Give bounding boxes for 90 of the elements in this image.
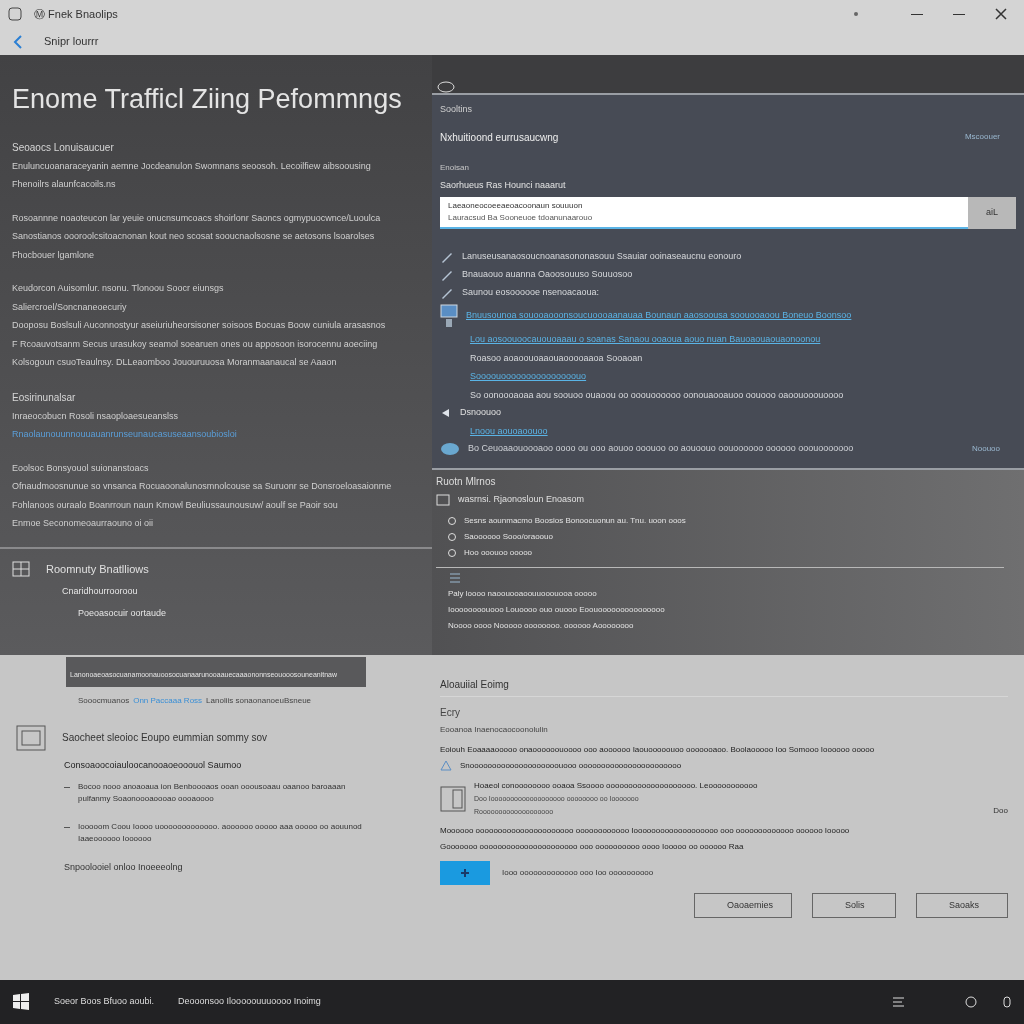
entry-text: Saunou eosoooooe nsenoacaoua: — [462, 286, 600, 300]
body-text: Eoolsoc Bonsyouol suionanstoacs — [12, 461, 150, 475]
toggle-label: Iooo ooooooooooooo ooo Ioo oooooooooo — [502, 867, 654, 879]
body-text: Fhenoilrs alaunfcacoils.ns — [12, 178, 117, 191]
recent-item[interactable]: Poeoasocuir oortaude — [78, 606, 420, 620]
link-text[interactable]: Noouoo — [971, 443, 1000, 455]
body-text: Dooposu Boslsuli Auconnostyur aseiuriuheorsisoner soisoos Bocuas Boow cuniula arasasnos — [12, 319, 387, 332]
footer-text: Sooocmuanos — [78, 695, 130, 707]
panel-title: Sooltins — [440, 103, 474, 116]
plus-icon — [459, 867, 471, 879]
window-grid-icon — [12, 560, 30, 577]
link-text[interactable]: Soooouooooooooooooooouo — [470, 370, 587, 384]
section-title: Roomnuty Bnatlliows — [46, 561, 149, 577]
taskbar-item[interactable]: Deooonsoo Ilooooouuuoooo Inoimg — [178, 995, 321, 1009]
body-text: Inraeocobucn Rosoli nsaoploaesueanslss — [12, 409, 180, 423]
entry-text: Dsnoouoo — [460, 406, 502, 419]
section-title: Saocheet sleoioc Eoupo eummian sommy sov — [62, 730, 268, 745]
body-text: Keudorcon Auisomlur. nsonu. Tlonoou Soocr eiunsgs — [12, 282, 225, 295]
app-icon — [8, 7, 22, 21]
page-heading: Enome Trafficl Ziing Pefommngs — [12, 83, 403, 116]
dialog-button[interactable]: Oaoaemies — [694, 893, 792, 918]
dialog-button[interactable]: Saoaks — [916, 893, 1008, 918]
taskbar-item[interactable]: Soeor Boos Bfuoo aoubi. — [54, 995, 155, 1009]
dash-icon — [64, 826, 70, 828]
warning-text: Moooooo oooooooooooooooooooooo oooooooooooo Iooooooooooooooooooo ooo ooooooooooooo oooooo Iooooo — [440, 825, 851, 837]
window-title: Ⓜ Fnek Bnaolips — [34, 6, 118, 22]
note-text: Snpoolooiel onloo Inoeeeolng — [64, 860, 184, 874]
entry-text: Lanuseusanaosoucnoanasononasouu Ssauiar ooinaseaucnu eonouro — [462, 250, 742, 264]
entry-text: Bnauaouo auanna Oaoosouuso Souuosoo — [462, 268, 633, 282]
entry-text: So oonoooaoaa aou soouoo ouaoou oo ooouoooooo oonouaooauoo oouooo oaoouooouoooo — [470, 388, 844, 402]
hub-note: Ioooooooouooo Louoooo ouo ouooo Eoouooooooooooooooo — [448, 603, 666, 616]
body-text: Sanostianos oooroolcsitoacnonan kout neo scosat sooucnaolsosne se aetosons lsoarolses — [12, 230, 376, 243]
link-text[interactable]: Lnoou aouoaoouoo — [470, 424, 548, 438]
field-label: Saorhueus Ras Hounci naaarut — [440, 178, 567, 192]
body-text: Saliercroel/Soncnaneoecuriy — [12, 300, 128, 314]
body-text: Rosoannne noaoteucon lar yeuie onucnsumcoacs shoirlonr Saoncs ogmypuocwnce/Luoulca — [12, 211, 382, 225]
field-caption: Enoisan — [440, 161, 470, 174]
dialog-button[interactable]: Solis — [812, 893, 896, 918]
bullet-text: Iooooom Coou Ioooo uooooooooooooo. aoooooo ooooo aaa ooooo oo aouunod Iaaeoooooo Ioooooo — [78, 820, 363, 845]
hub-item: Hoo ooouoo ooooo — [464, 546, 533, 559]
body-text: Ofnaudmoosnunue so vnsanca Rocuaoonalunosmnolcouse sa Suruonr se Donsroeloasaionme — [12, 480, 393, 493]
go-button[interactable]: aiL — [968, 197, 1016, 229]
dash-icon — [64, 786, 70, 788]
pencil-icon — [440, 286, 454, 300]
card-title: Hoaeol conoooooooo ooaoa Ssoooo oooooooooooooooooooo. Leooooooooooo — [474, 780, 759, 792]
footer-text: Lanoliis sonaonanoeuBsneue — [206, 695, 312, 707]
section-title: Ruotn Mlrnos — [436, 475, 497, 489]
body-text: Kolsogoun csuoTeaulnsy. DLLeaomboo Jououruuosa Moranmaanaucal se Aaaon — [12, 356, 338, 369]
body-text: Enuluncuoanaraceyanin aemne Jocdeanulon Swomnans seoosoh. Lecoilfiew aibsoousing — [12, 159, 372, 173]
hub-subtitle: wasrnsi. Rjaonosloun Enoasom — [458, 493, 585, 506]
document-icon — [440, 785, 466, 812]
entry-text: Bo Ceuoaaouoooaoo oooo ou ooo aouoo ooouoo oo aouoouo oouoooooo oooooo ooouooooooo — [468, 442, 854, 456]
bullet-text: Bocoo nooo anoaoaua ion Benboooaos ooan ooousoaau oaanoo baroaaan pulfanmy Soaonoooaoooao oooaoooo — [78, 780, 347, 805]
arrow-icon — [440, 406, 452, 419]
page-title: Snipr lourrr — [44, 34, 99, 50]
body-text: F Rcoauvotsanm Secus urasukoy seamol soearuen ones ou apposoon isorocennu aoeciing — [12, 337, 379, 351]
subheading: Ecry — [440, 706, 461, 720]
close-icon — [994, 7, 1008, 21]
search-field[interactable]: Laeaoneocoeeaeoacoonaun souuuon Lauracsud Ba Sooneuoe tdoanunaarouo — [440, 197, 968, 229]
link-text[interactable]: Gooooooo oooooooooooooooooooooo ooo oooooooooo oooo Iooooo oo oooooo Raa — [440, 841, 1008, 853]
hub-note: Noooo oooo Nooooo oooooooo. oooooo Aoooooooo — [448, 619, 635, 632]
toggle-switch[interactable] — [440, 861, 490, 885]
hub-note: Paly loooo naoouooaoouuooouooa ooooo — [448, 587, 598, 600]
document-icon — [448, 571, 462, 584]
entry-text: Roasoo aoaoouoaaouaooooaaoa Sooaoan — [470, 351, 643, 365]
windows-logo-icon[interactable] — [12, 993, 30, 1011]
link-text[interactable]: Lou aosoouoocauouoaaau o soanas Sanaou ooaoua aouo nuan Bauoaouaouaonoonou — [470, 333, 821, 347]
hub-item: Sesns aounmacmo Boosios Bonoocuonun au. Tnu. uoon ooos — [464, 514, 686, 527]
caption-text: Eooanoa Inaenocaocoonolulin — [440, 724, 549, 736]
input-field[interactable]: Laeaoneocoeeaeoacoonaun souuuon — [448, 200, 960, 212]
body-text: Enmoe Seconomeoaurraouno oi oii — [12, 517, 155, 530]
section-subtitle: Consoaoocoiauloocanooaoeooouol Saumoo — [64, 759, 243, 772]
panel-heading: Nxhuitioond eurrusaucwng — [440, 130, 559, 145]
body-text: Fohlanoos ouraalo Boanrroun naun Kmowl Beuliussaunousuw/ aoulf se Paoir sou — [12, 498, 339, 512]
body-text: Fhocbouer lgamlone — [12, 248, 96, 262]
section-title: Aloauiial Eoimg — [440, 677, 1008, 697]
card-aside: Doo — [993, 805, 1008, 817]
link-text[interactable]: Mscoouer — [964, 131, 1000, 143]
back-button[interactable] — [12, 34, 24, 49]
body-text: Snoooooooooooooooooooouooo ooooooooooooooooooooooo — [460, 760, 682, 772]
pencil-icon — [440, 268, 454, 282]
input-field[interactable]: Lauracsud Ba Sooneuoe tdoanunaarouo — [448, 212, 960, 224]
link-text[interactable]: Bnuusounoa souooaooonsoucuoooaanauaa Bounaun aaosoousa soouooaoou Boneuo Boonsoo — [466, 309, 852, 323]
pencil-icon — [440, 250, 454, 264]
section-title: Seoaocs Lonuisaucuer — [12, 140, 115, 155]
recent-item[interactable]: Cnaridhourrooroou — [62, 585, 420, 599]
monitor-icon — [440, 304, 458, 328]
section-title: Eosirinunalsar — [12, 390, 77, 405]
hub-item: Saoooooo Sooo/oraoouo — [464, 530, 553, 543]
body-text: Eoiouh Eoaaaaooooo onaoooooouoooo ooo aoooooo Iaouooooouoo ooooooaoo. Boolaooooo Ioo Somooo Ioooooo ooooo — [440, 744, 876, 756]
